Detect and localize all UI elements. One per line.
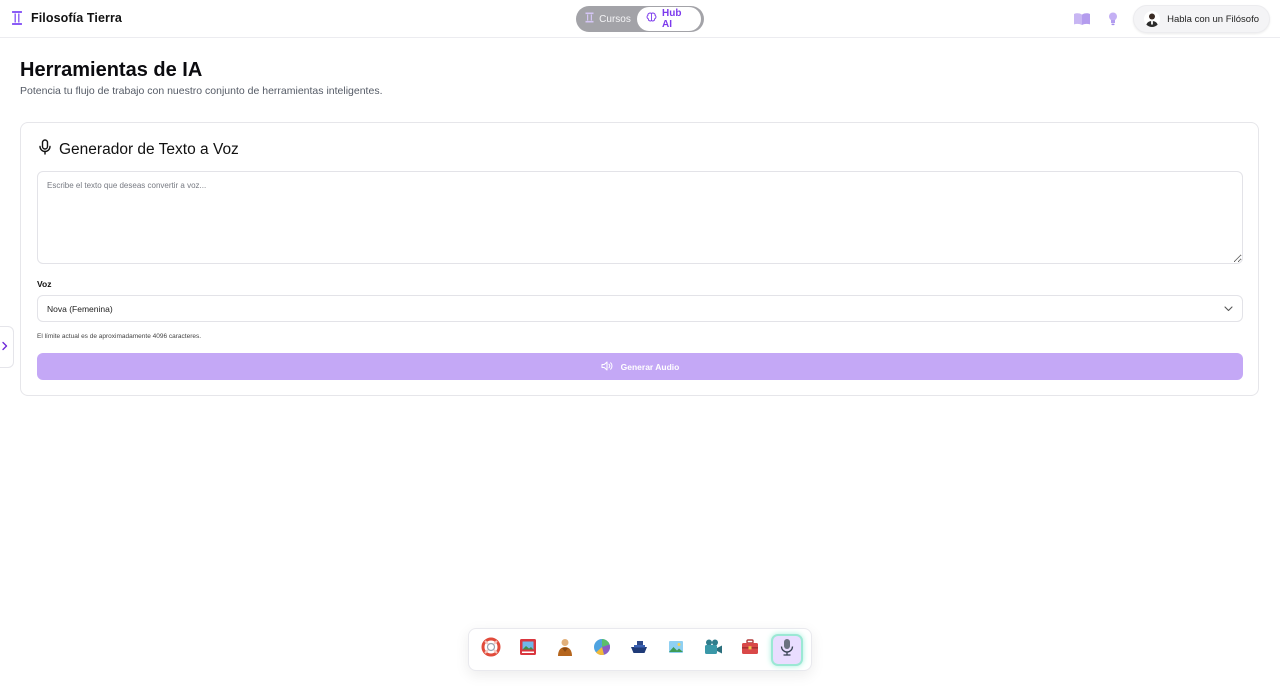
chevron-right-icon xyxy=(1,338,8,356)
mode-switch: Cursos Hub AI xyxy=(576,6,704,32)
speaker-icon xyxy=(601,361,613,373)
dock-item-pie-chart[interactable] xyxy=(586,634,618,666)
video-camera-icon xyxy=(703,637,723,662)
landscape-image-icon xyxy=(666,637,686,662)
card-title: Generador de Texto a Voz xyxy=(38,139,239,160)
microphone-icon xyxy=(38,139,52,160)
voice-label: Voz xyxy=(37,279,52,289)
chevron-down-icon xyxy=(1224,304,1233,314)
dock-item-monk[interactable] xyxy=(549,634,581,666)
tab-hub-ai[interactable]: Hub AI xyxy=(638,8,700,30)
voice-select[interactable]: Nova (Femenina) xyxy=(37,295,1243,322)
page-subtitle: Potencia tu flujo de trabajo con nuestro… xyxy=(20,85,383,97)
voice-selected-value: Nova (Femenina) xyxy=(47,303,113,314)
brand-title: Filosofía Tierra xyxy=(31,11,122,25)
header-actions: Habla con un Filósofo xyxy=(1073,5,1270,33)
talk-button-label: Habla con un Filósofo xyxy=(1167,13,1259,25)
text-to-speech-card: Generador de Texto a Voz Voz Nova (Femen… xyxy=(20,122,1259,396)
tab-cursos[interactable]: Cursos xyxy=(578,8,638,30)
tab-cursos-label: Cursos xyxy=(599,13,631,25)
tab-hub-ai-label: Hub AI xyxy=(662,8,682,30)
microphone-icon xyxy=(777,637,797,662)
generate-button-label: Generar Audio xyxy=(620,361,680,372)
dock-item-photo-book[interactable] xyxy=(512,634,544,666)
pie-chart-icon xyxy=(592,637,612,662)
page-title: Herramientas de IA xyxy=(20,59,203,81)
photo-book-icon xyxy=(518,637,538,662)
top-header: Filosofía Tierra Cursos Hub AI Habla con xyxy=(0,0,1280,38)
dock-item-video-camera[interactable] xyxy=(697,634,729,666)
dock-item-ship[interactable] xyxy=(623,634,655,666)
pillar-logo-icon xyxy=(10,9,24,27)
generate-audio-button[interactable]: Generar Audio xyxy=(37,353,1243,380)
character-limit-hint: El límite actual es de aproximadamente 4… xyxy=(37,333,202,340)
tools-dock xyxy=(468,628,812,671)
ship-icon xyxy=(629,637,649,662)
card-title-text: Generador de Texto a Voz xyxy=(59,140,239,158)
text-input[interactable] xyxy=(37,171,1243,264)
pillar-icon xyxy=(585,12,594,26)
talk-to-philosopher-button[interactable]: Habla con un Filósofo xyxy=(1133,5,1270,33)
philosopher-avatar xyxy=(1144,11,1161,27)
open-book-icon[interactable] xyxy=(1073,12,1091,26)
monk-figure-icon xyxy=(555,637,575,662)
lifebuoy-icon xyxy=(481,637,501,662)
lightbulb-icon[interactable] xyxy=(1107,11,1119,27)
brand[interactable]: Filosofía Tierra xyxy=(10,9,122,27)
dock-item-lifebuoy[interactable] xyxy=(475,634,507,666)
brain-icon xyxy=(646,12,657,26)
dock-item-toolbox[interactable] xyxy=(734,634,766,666)
dock-item-landscape[interactable] xyxy=(660,634,692,666)
sidebar-expand-toggle[interactable] xyxy=(0,326,14,368)
toolbox-icon xyxy=(740,637,760,662)
dock-item-microphone[interactable] xyxy=(771,633,803,666)
